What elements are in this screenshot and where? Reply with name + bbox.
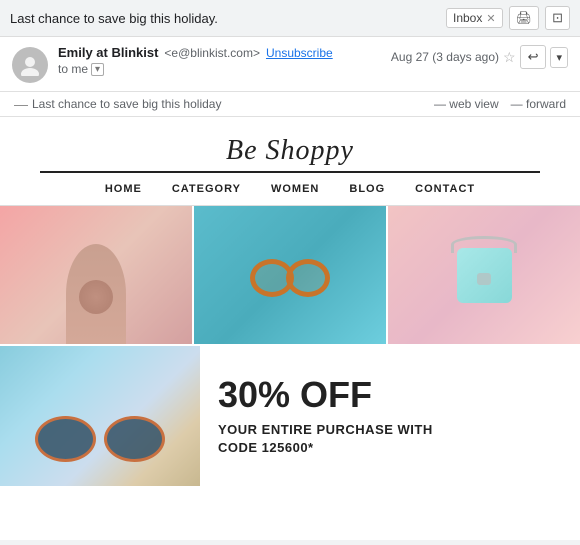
bag-shape [457, 248, 512, 303]
top-bar-actions: Inbox ✕ 🖨 ⊡ [446, 6, 570, 30]
reply-button[interactable]: ↩ [520, 45, 547, 69]
sunglasses-image [0, 346, 200, 486]
sender-email: <e@blinkist.com> [164, 46, 260, 60]
image-grid-top [0, 206, 580, 346]
promo-line1: YOUR ENTIRE PURCHASE WITH [218, 422, 433, 437]
glasses-image [194, 206, 386, 344]
preview-dash: — [14, 96, 28, 112]
email-actions: Aug 27 (3 days ago) ☆ ↩ ▾ [391, 45, 568, 69]
nav-category[interactable]: CATEGORY [172, 183, 241, 195]
forward-dash: — [511, 97, 526, 111]
email-date: Aug 27 (3 days ago) [391, 50, 499, 64]
woman-image [0, 206, 192, 344]
top-bar: Last chance to save big this holiday. In… [0, 0, 580, 37]
promo-section: 30% OFF YOUR ENTIRE PURCHASE WITH CODE 1… [202, 346, 580, 486]
inbox-label: Inbox [453, 11, 482, 25]
sender-line: Emily at Blinkist <e@blinkist.com> Unsub… [58, 45, 381, 60]
bag-heart [477, 273, 491, 285]
bag-image [388, 206, 580, 344]
brand-header: Be Shoppy [40, 117, 540, 173]
inbox-badge[interactable]: Inbox ✕ [446, 8, 503, 28]
unsubscribe-link[interactable]: Unsubscribe [266, 46, 333, 60]
expand-button[interactable]: ⊡ [545, 6, 570, 30]
nav-bar: HOME CATEGORY WOMEN BLOG CONTACT [0, 173, 580, 206]
sunglasses-shape [35, 416, 165, 466]
preview-left: — Last chance to save big this holiday [14, 96, 221, 112]
promo-subtitle: YOUR ENTIRE PURCHASE WITH CODE 125600* [218, 421, 564, 457]
sender-name: Emily at Blinkist [58, 45, 158, 60]
web-view-link[interactable]: — web view [434, 97, 499, 111]
more-actions-button[interactable]: ▾ [550, 47, 568, 68]
nav-women[interactable]: WOMEN [271, 183, 319, 195]
preview-right: — web view — forward [434, 97, 566, 111]
preview-bar: — Last chance to save big this holiday —… [0, 92, 580, 117]
nav-contact[interactable]: CONTACT [415, 183, 475, 195]
email-meta: Emily at Blinkist <e@blinkist.com> Unsub… [58, 45, 381, 76]
nav-home[interactable]: HOME [105, 183, 142, 195]
web-view-dash: — [434, 97, 449, 111]
nav-blog[interactable]: BLOG [349, 183, 385, 195]
promo-line2: CODE 125600* [218, 440, 314, 455]
recipient-dropdown[interactable]: ▾ [91, 63, 104, 76]
forward-link[interactable]: — forward [511, 97, 566, 111]
preview-text: Last chance to save big this holiday [32, 97, 221, 111]
print-button[interactable]: 🖨 [509, 6, 540, 30]
email-header: Emily at Blinkist <e@blinkist.com> Unsub… [0, 37, 580, 92]
star-icon[interactable]: ☆ [503, 49, 516, 66]
to-me-text: to me [58, 62, 88, 76]
promo-discount: 30% OFF [218, 375, 564, 415]
brand-name: Be Shoppy [40, 135, 540, 167]
glasses-shape [250, 259, 330, 291]
to-me-line: to me ▾ [58, 62, 381, 76]
email-subject-title: Last chance to save big this holiday. [10, 11, 446, 26]
close-inbox-icon[interactable]: ✕ [486, 12, 495, 25]
bottom-section: 30% OFF YOUR ENTIRE PURCHASE WITH CODE 1… [0, 346, 580, 486]
email-content: Be Shoppy HOME CATEGORY WOMEN BLOG CONTA… [0, 117, 580, 540]
avatar [12, 47, 48, 83]
